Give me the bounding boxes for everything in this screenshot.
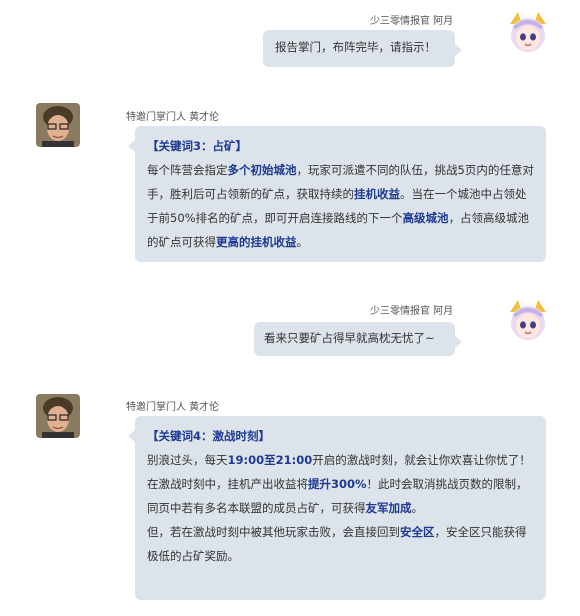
message-paragraph: 每个阵营会指定多个初始城池，玩家可派遣不同的队伍，挑战5页内的任意对手，胜利后可… [147, 163, 534, 249]
message-text: 报告掌门，布阵完毕，请指示！ [275, 40, 436, 54]
message-bubble-huang-1: 【关键词3：占矿】 每个阵营会指定多个初始城池，玩家可派遣不同的队伍，挑战5页内… [128, 126, 546, 262]
message-paragraph-2: 在激战时刻中，挂机产出收益将提升300%！此时会取消挑战页数的限制，同页中若有多… [147, 477, 528, 515]
message-paragraph-1: 别浪过头，每天19:00至21:00开启的激战时刻，就会让你欢喜让你忧了！ [147, 453, 531, 467]
sender-name-huang-1: 特邀门掌门人 黄才伦 [126, 112, 220, 123]
message-bubble-ayue-1: 报告掌门，布阵完毕，请指示！ [263, 30, 462, 67]
keyword-heading: 【关键词3：占矿】 [147, 139, 248, 153]
sender-name-huang-2: 特邀门掌门人 黄才伦 [126, 402, 220, 413]
sender-name-ayue-1: 少三零情报官 阿月 [370, 16, 454, 27]
message-paragraph-3: 但，若在激战时刻中被其他玩家击败，会直接回到安全区，安全区只能获得极低的占矿奖励… [147, 525, 527, 563]
keyword-heading: 【关键词4：激战时刻】 [147, 429, 271, 443]
avatar-huang-2[interactable] [36, 394, 80, 438]
avatar-huang[interactable] [36, 103, 80, 147]
avatar-ayue[interactable] [506, 10, 550, 54]
avatar-ayue-2[interactable] [506, 298, 550, 342]
sender-name-ayue-2: 少三零情报官 阿月 [370, 306, 454, 317]
message-bubble-ayue-2: 看来只要矿占得早就高枕无忧了~ [254, 322, 462, 356]
message-bubble-huang-2: 【关键词4：激战时刻】 别浪过头，每天19:00至21:00开启的激战时刻，就会… [128, 416, 546, 600]
message-text: 看来只要矿占得早就高枕无忧了~ [264, 331, 435, 345]
